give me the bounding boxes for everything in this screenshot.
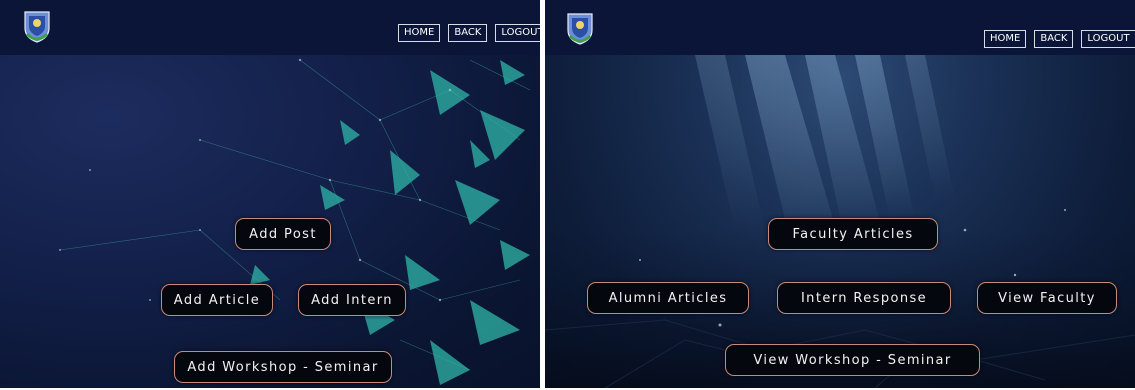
nav-buttons: HOME BACK LOGOUT [398, 24, 540, 42]
home-button[interactable]: HOME [984, 30, 1027, 48]
university-crest-icon[interactable] [565, 10, 595, 46]
logout-button[interactable]: LOGOUT [495, 24, 540, 42]
underwater-background [545, 55, 1135, 388]
alumni-articles-button[interactable]: Alumni Articles [587, 282, 749, 314]
logout-button[interactable]: LOGOUT [1081, 30, 1135, 48]
admin-dashboard-left: HOME BACK LOGOUT Add Post Add Article Ad… [0, 0, 540, 388]
add-post-button[interactable]: Add Post [235, 218, 331, 250]
add-intern-button[interactable]: Add Intern [298, 284, 406, 316]
network-background [59, 58, 531, 385]
add-article-button[interactable]: Add Article [161, 284, 273, 316]
home-button[interactable]: HOME [398, 24, 441, 42]
view-faculty-button[interactable]: View Faculty [977, 282, 1117, 314]
top-navbar: HOME BACK LOGOUT [545, 0, 1135, 55]
add-workshop-seminar-button[interactable]: Add Workshop - Seminar [174, 351, 392, 383]
faculty-articles-button[interactable]: Faculty Articles [768, 218, 938, 250]
back-button[interactable]: BACK [1034, 30, 1074, 48]
admin-dashboard-right: HOME BACK LOGOUT Faculty Articles Alumni… [545, 0, 1135, 388]
nav-buttons: HOME BACK LOGOUT [984, 30, 1135, 48]
intern-response-button[interactable]: Intern Response [777, 282, 951, 314]
view-workshop-seminar-button[interactable]: View Workshop - Seminar [725, 344, 980, 376]
top-navbar: HOME BACK LOGOUT [0, 0, 540, 55]
university-crest-icon[interactable] [22, 8, 52, 44]
back-button[interactable]: BACK [448, 24, 488, 42]
